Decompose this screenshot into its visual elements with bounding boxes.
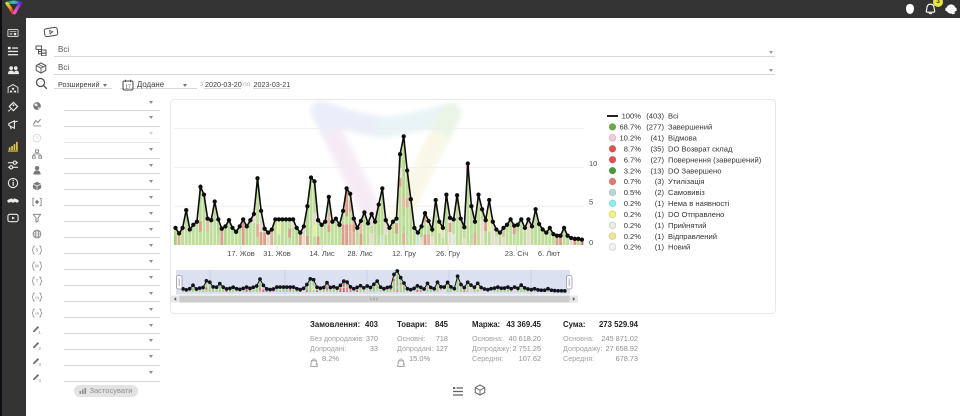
svg-text:Новий: Новий [668, 243, 690, 252]
svg-text:23. Січ: 23. Січ [505, 249, 529, 258]
svg-text:8.7%: 8.7% [624, 145, 642, 154]
svg-text:12. Гру: 12. Гру [392, 249, 416, 258]
svg-text:(1): (1) [655, 243, 665, 252]
svg-text:Нема в наявності: Нема в наявності [668, 199, 730, 208]
svg-text:(2): (2) [655, 188, 665, 197]
svg-text:0.2%: 0.2% [624, 199, 642, 208]
svg-text:Всі: Всі [668, 112, 679, 121]
svg-text:(3): (3) [655, 177, 665, 186]
svg-text:(13): (13) [650, 166, 664, 175]
svg-text:14. Лис: 14. Лис [309, 249, 335, 258]
svg-text:Прийнятий: Прийнятий [668, 221, 706, 230]
svg-text:5: 5 [589, 198, 593, 207]
svg-text:DO Отправлено: DO Отправлено [668, 210, 724, 219]
svg-text:0.2%: 0.2% [624, 243, 642, 252]
svg-text:DO Завершено: DO Завершено [668, 166, 721, 175]
svg-text:68.7%: 68.7% [619, 123, 641, 132]
svg-text:0.7%: 0.7% [624, 177, 642, 186]
svg-text:DO Возврат склад: DO Возврат склад [668, 145, 733, 154]
svg-text:Відмова: Відмова [668, 134, 698, 143]
svg-text:(1): (1) [655, 210, 665, 219]
svg-text:0.5%: 0.5% [624, 188, 642, 197]
svg-text:6. Лют: 6. Лют [538, 249, 561, 258]
svg-text:0.2%: 0.2% [624, 210, 642, 219]
svg-text:31. Жов: 31. Жов [263, 249, 291, 258]
svg-text:Самовивіз: Самовивіз [668, 188, 705, 197]
svg-text:Завершений: Завершений [668, 123, 712, 132]
svg-text:0: 0 [589, 238, 593, 247]
svg-text:0.2%: 0.2% [624, 232, 642, 241]
svg-text:10.2%: 10.2% [619, 134, 641, 143]
svg-text:Повернення (завершений): Повернення (завершений) [668, 155, 762, 164]
svg-text:(403): (403) [646, 112, 664, 121]
svg-text:(1): (1) [655, 221, 665, 230]
svg-text:(41): (41) [650, 134, 664, 143]
svg-text:6.7%: 6.7% [624, 155, 642, 164]
svg-text:26. Гру: 26. Гру [436, 249, 460, 258]
svg-text:(35): (35) [650, 145, 664, 154]
svg-text:28. Лис: 28. Лис [347, 249, 373, 258]
svg-text:17. Жов: 17. Жов [227, 249, 255, 258]
svg-text:100%: 100% [622, 112, 642, 121]
svg-text:(277): (277) [646, 123, 664, 132]
svg-text:(1): (1) [655, 232, 665, 241]
svg-text:Відправлений: Відправлений [668, 232, 717, 241]
svg-text:(1): (1) [655, 199, 665, 208]
svg-text:10: 10 [589, 159, 597, 168]
svg-text:Утилізація: Утилізація [668, 177, 705, 186]
svg-text:3.2%: 3.2% [624, 166, 642, 175]
svg-text:0.2%: 0.2% [624, 221, 642, 230]
svg-text:(27): (27) [650, 155, 664, 164]
